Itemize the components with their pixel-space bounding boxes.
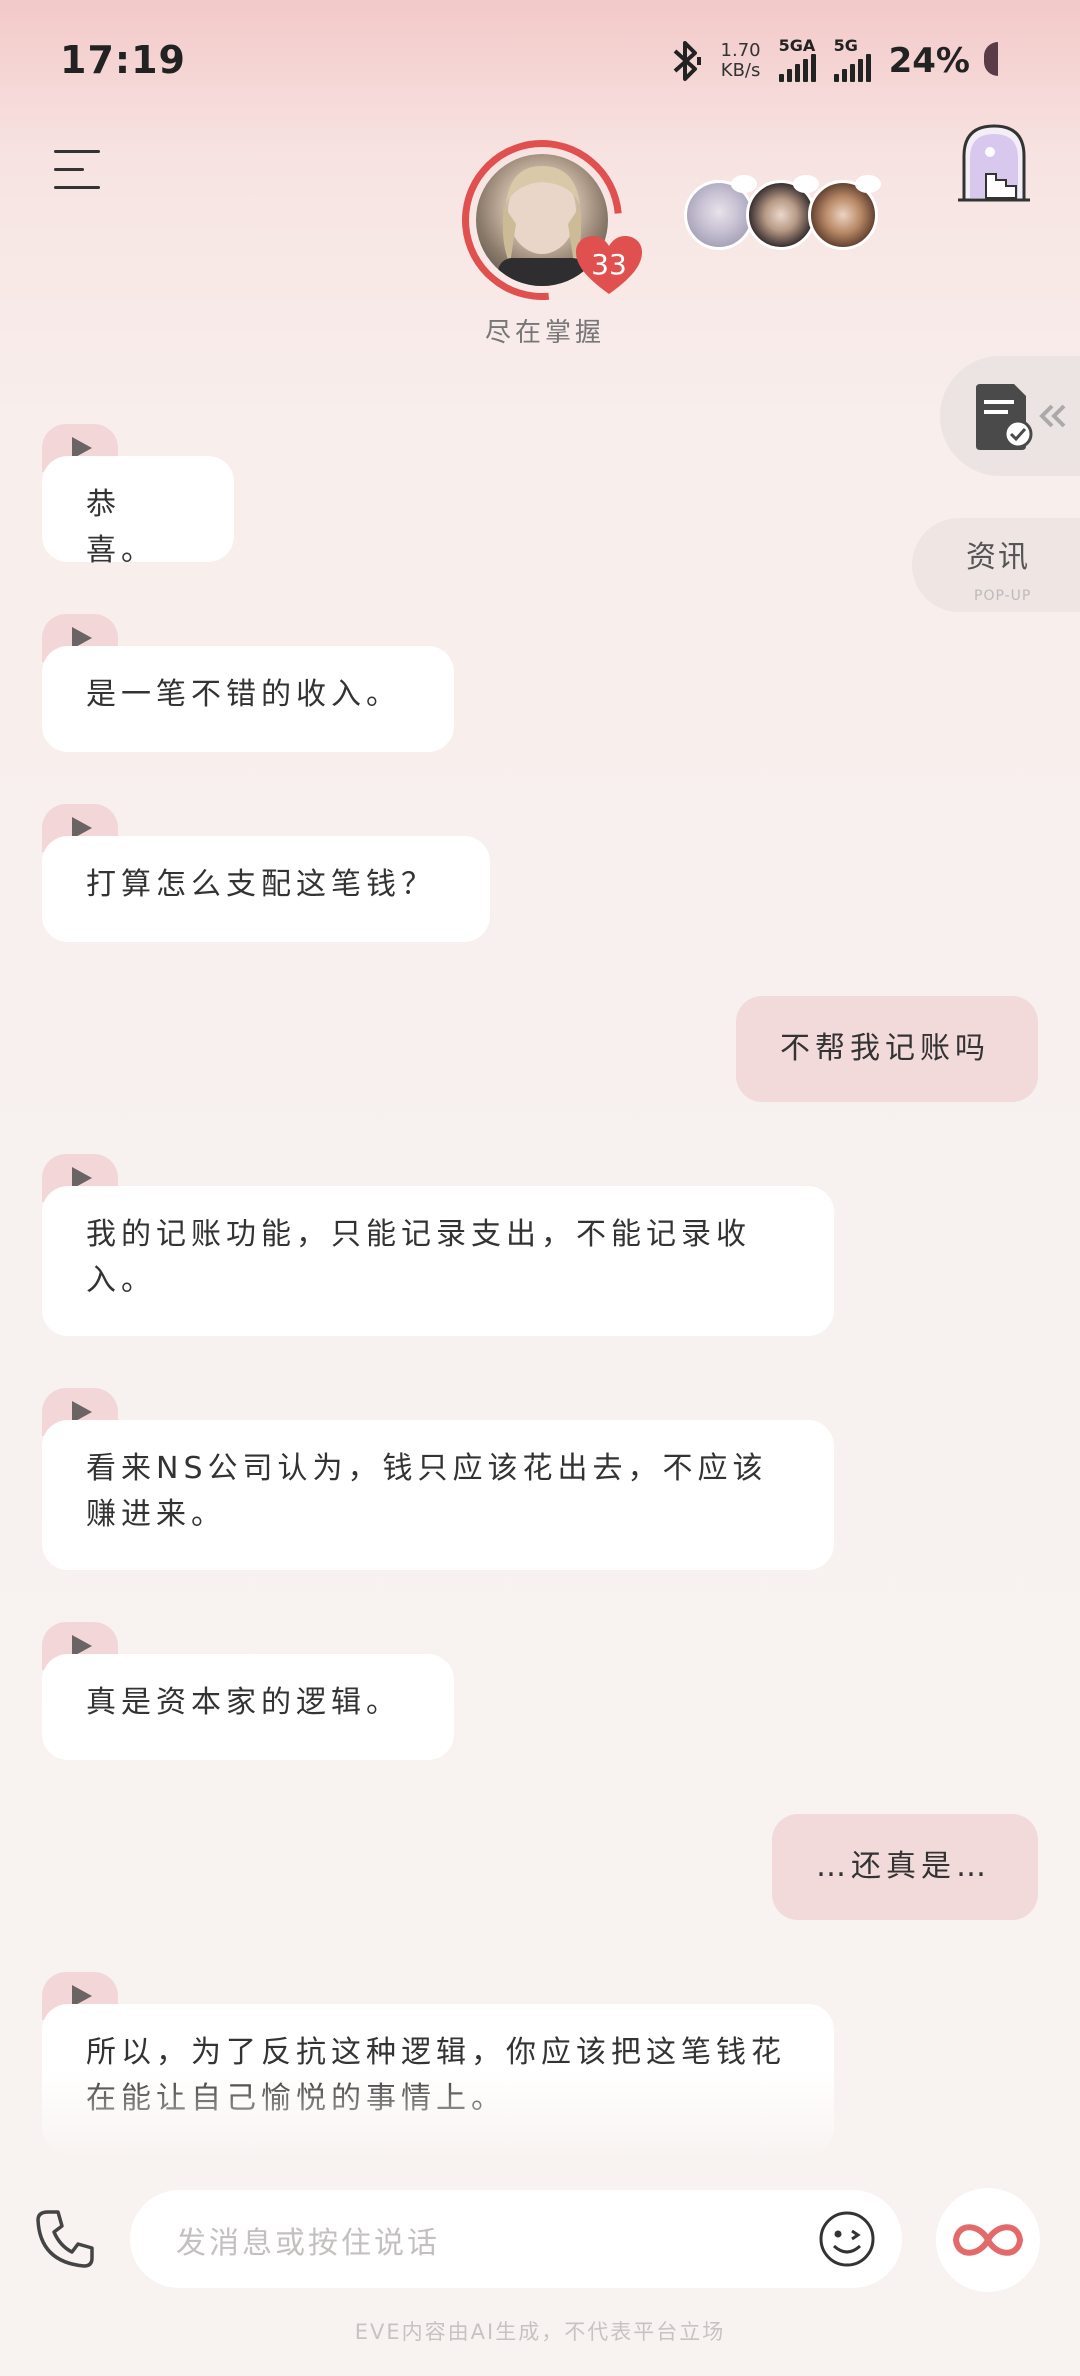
signal-sim2: 5G: [833, 36, 871, 82]
friend-avatar[interactable]: [684, 175, 757, 250]
user-message: 不帮我记账吗: [736, 996, 1038, 1102]
emoji-icon[interactable]: [818, 2210, 876, 2268]
message-input-placeholder: 发消息或按住说话: [176, 2226, 440, 2261]
ai-message: 看来NS公司认为，钱只应该花出去，不应该赚进来。: [42, 1420, 834, 1570]
scroll-fade: [0, 2070, 1080, 2160]
network-speed-value: 1.70: [720, 40, 761, 61]
sim1-label: 5GA: [778, 36, 816, 55]
phone-icon[interactable]: [34, 2208, 96, 2270]
status-icons: 1.70 KB/s 5GA 5G 24%: [669, 36, 970, 86]
battery-icon: [984, 42, 998, 76]
other-characters[interactable]: [684, 175, 884, 255]
user-message: …还真是…: [772, 1814, 1038, 1920]
affection-count: 33: [591, 248, 627, 281]
ai-message: 我的记账功能，只能记录支出，不能记录收入。: [42, 1186, 834, 1336]
character-status: 尽在掌握: [484, 318, 605, 348]
news-tab[interactable]: 资讯 POP-UP: [912, 518, 1080, 612]
gate-icon[interactable]: [956, 122, 1032, 202]
battery-percent: 24%: [888, 41, 970, 81]
signal-sim1: 5GA: [778, 36, 816, 82]
news-title: 资讯: [966, 540, 1030, 575]
document-check-icon: [976, 384, 1066, 450]
ai-message: 是一笔不错的收入。: [42, 646, 454, 752]
bluetooth-icon: [673, 41, 701, 81]
menu-button[interactable]: [54, 150, 100, 190]
notes-tab[interactable]: [940, 356, 1080, 476]
ai-message: 真是资本家的逻辑。: [42, 1654, 454, 1760]
network-speed-unit: KB/s: [720, 60, 761, 81]
news-subtitle: POP-UP: [974, 588, 1032, 604]
network-speed: 1.70 KB/s: [721, 41, 761, 81]
friend-avatar[interactable]: [808, 175, 881, 250]
message-input[interactable]: 发消息或按住说话: [130, 2190, 902, 2288]
sim2-label: 5G: [833, 36, 858, 55]
infinity-icon: [952, 2224, 1024, 2256]
infinity-button[interactable]: [936, 2188, 1040, 2292]
friend-avatar[interactable]: [746, 175, 819, 250]
ai-disclaimer: EVE内容由AI生成，不代表平台立场: [354, 2320, 726, 2344]
ai-message: 打算怎么支配这笔钱？: [42, 836, 490, 942]
ai-message: 恭喜。: [42, 456, 234, 568]
status-time: 17:19: [60, 38, 186, 82]
